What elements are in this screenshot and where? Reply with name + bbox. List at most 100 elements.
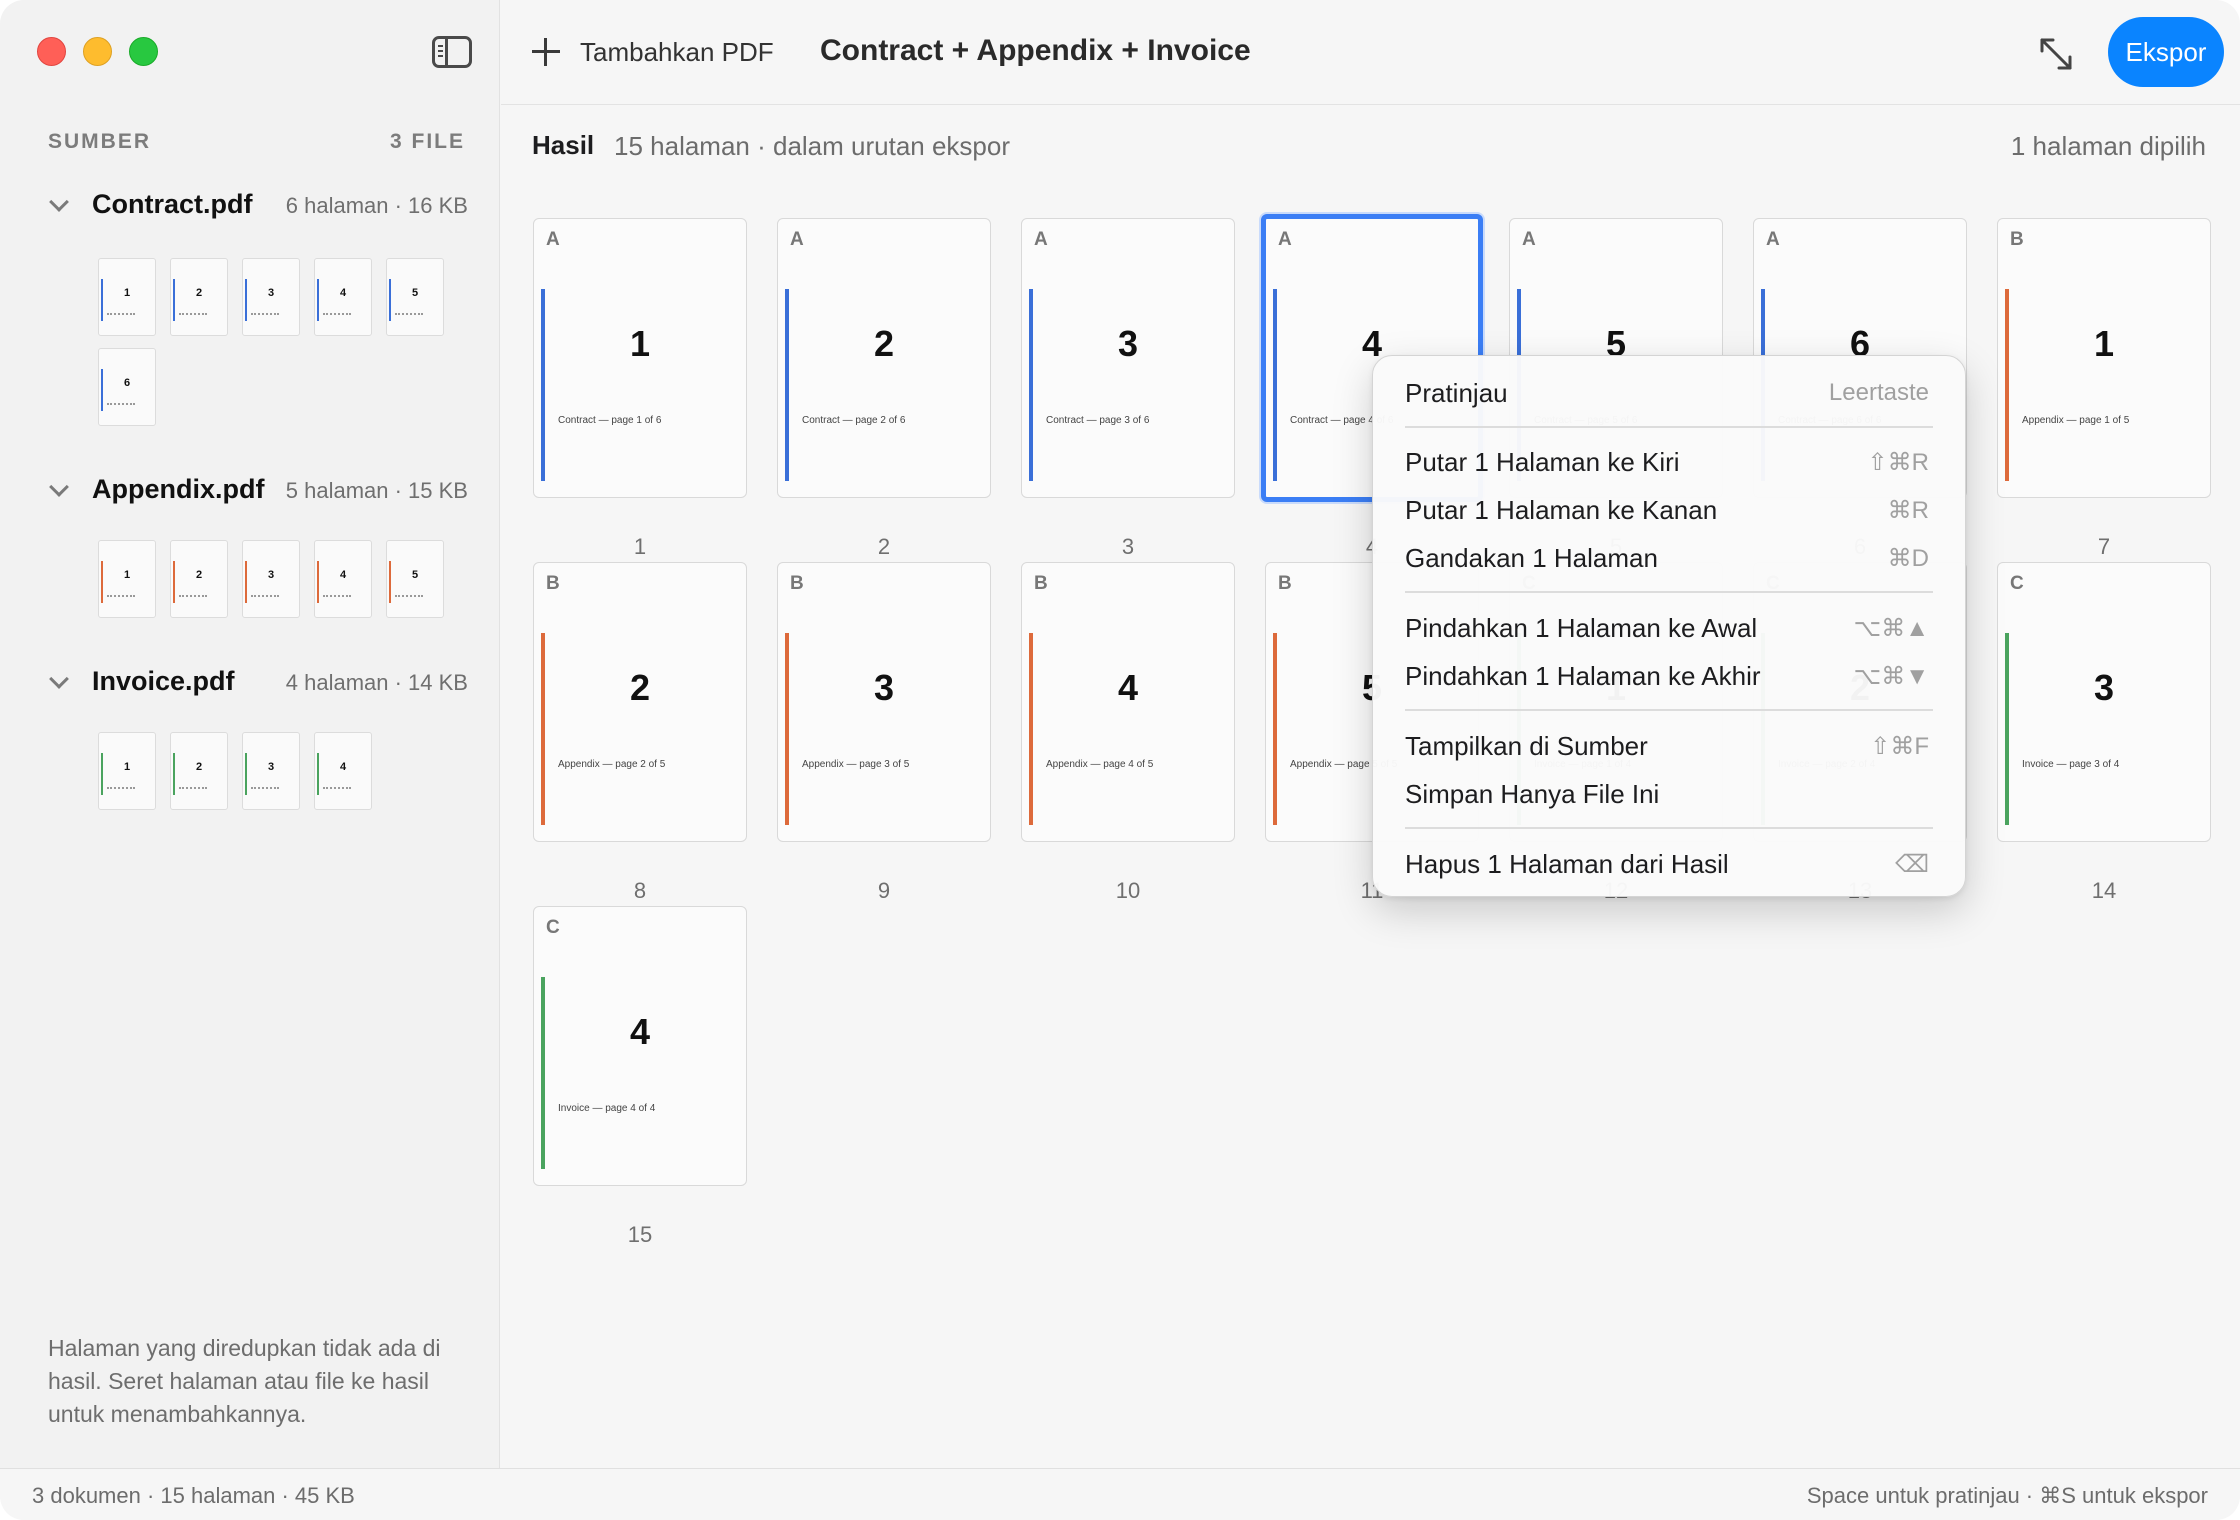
source-page-number: 2 [195, 569, 203, 581]
source-page-thumbnail[interactable]: 3 [242, 540, 300, 618]
result-page-index: 15 [627, 1222, 653, 1247]
close-window-button[interactable] [37, 37, 66, 66]
zoom-window-button[interactable] [129, 37, 158, 66]
file-color-stripe [173, 753, 175, 795]
source-tag: B [1278, 573, 1292, 594]
thumbnail-text-line [107, 403, 135, 405]
menu-item-keep-file-only[interactable]: Simpan Hanya File Ini [1405, 775, 1929, 815]
menu-item-move-last[interactable]: Pindahkan 1 Halaman ke Akhir ⌥⌘▼ [1405, 657, 1929, 697]
result-page-card[interactable]: B 2 Appendix — page 2 of 5 [533, 562, 747, 842]
source-page-thumbnail[interactable]: 2 [170, 540, 228, 618]
chevron-down-icon[interactable] [49, 669, 69, 689]
menu-item-rotate-left[interactable]: Putar 1 Halaman ke Kiri ⇧⌘R [1405, 443, 1929, 483]
file-color-stripe [541, 289, 545, 481]
source-page-thumbnail[interactable]: 4 [314, 732, 372, 810]
menu-item-remove[interactable]: Hapus 1 Halaman dari Hasil ⌫ [1405, 845, 1929, 885]
document-title: Contract + Appendix + Invoice [820, 34, 1251, 67]
status-shortcuts-hint: Space untuk pratinjau · ⌘S untuk ekspor [1806, 1483, 2208, 1508]
file-color-stripe [389, 279, 391, 321]
file-group-appendix[interactable]: Appendix.pdf 5 halaman · 15 KB [48, 470, 468, 510]
result-subtitle: 15 halaman · dalam urutan ekspor [614, 131, 1011, 161]
sources-count: 3 FILE [389, 130, 465, 153]
source-page-thumbnail[interactable]: 1 [98, 732, 156, 810]
file-color-stripe [101, 279, 103, 321]
file-group-invoice[interactable]: Invoice.pdf 4 halaman · 14 KB [48, 662, 468, 702]
menu-item-label: Tampilkan di Sumber [1405, 731, 1648, 761]
sidebar-toggle-icon[interactable] [432, 36, 472, 68]
source-tag: C [546, 917, 560, 938]
source-page-number: 4 [339, 287, 347, 299]
file-color-stripe [389, 561, 391, 603]
source-page-thumbnail[interactable]: 5 [386, 540, 444, 618]
menu-item-shortcut: ⌘R [1887, 497, 1929, 524]
page-caption: Appendix — page 4 of 5 [1046, 759, 1154, 770]
export-button[interactable]: Ekspor [2108, 17, 2224, 87]
source-page-number: 3 [267, 287, 275, 299]
result-page-card[interactable]: C 3 Invoice — page 3 of 4 [1997, 562, 2211, 842]
menu-item-preview[interactable]: Pratinjau Leertaste [1405, 374, 1929, 414]
page-big-number: 2 [629, 667, 651, 708]
source-page-thumbnail[interactable]: 1 [98, 258, 156, 336]
source-page-thumbnail[interactable]: 4 [314, 258, 372, 336]
minimize-window-button[interactable] [83, 37, 112, 66]
menu-item-label: Pindahkan 1 Halaman ke Akhir [1405, 661, 1761, 691]
source-page-number: 6 [123, 377, 131, 389]
source-page-thumbnail[interactable]: 3 [242, 732, 300, 810]
source-page-thumbnail[interactable]: 2 [170, 258, 228, 336]
file-color-stripe [785, 633, 789, 825]
result-page-card[interactable]: B 4 Appendix — page 4 of 5 [1021, 562, 1235, 842]
selection-count: 1 halaman dipilih [2010, 131, 2206, 161]
sidebar: SUMBER 3 FILE Contract.pdf 6 halaman · 1… [0, 0, 500, 1468]
menu-item-label: Hapus 1 Halaman dari Hasil [1405, 849, 1729, 879]
file-meta: 4 halaman · 14 KB [285, 670, 468, 695]
menu-item-show-in-source[interactable]: Tampilkan di Sumber ⇧⌘F [1405, 727, 1929, 767]
source-page-thumbnail[interactable]: 5 [386, 258, 444, 336]
menu-item-rotate-right[interactable]: Putar 1 Halaman ke Kanan ⌘R [1405, 491, 1929, 531]
source-page-number: 1 [123, 287, 131, 299]
file-color-stripe [173, 279, 175, 321]
source-page-number: 2 [195, 761, 203, 773]
menu-item-label: Simpan Hanya File Ini [1405, 779, 1660, 809]
source-page-thumbnail[interactable]: 2 [170, 732, 228, 810]
menu-item-label: Pratinjau [1405, 378, 1508, 408]
delete-backward-icon: ⌫ [1895, 851, 1929, 878]
source-page-thumbnail[interactable]: 3 [242, 258, 300, 336]
chevron-down-icon[interactable] [49, 192, 69, 212]
result-page-card[interactable]: B 3 Appendix — page 3 of 5 [777, 562, 991, 842]
expand-arrows-icon[interactable] [2036, 34, 2076, 74]
source-page-thumbnail[interactable]: 4 [314, 540, 372, 618]
result-page-card[interactable]: A 2 Contract — page 2 of 6 [777, 218, 991, 498]
add-pdf-label: Tambahkan PDF [580, 36, 774, 67]
status-summary: 3 dokumen · 15 halaman · 45 KB [32, 1483, 355, 1508]
toolbar-divider [501, 104, 2240, 105]
file-color-stripe [101, 753, 103, 795]
file-color-stripe [245, 561, 247, 603]
result-page-index: 10 [1115, 878, 1141, 903]
menu-separator [1405, 591, 1933, 593]
source-tag: A [790, 229, 804, 250]
source-page-number: 3 [267, 761, 275, 773]
result-page-card[interactable]: A 3 Contract — page 3 of 6 [1021, 218, 1235, 498]
source-page-number: 1 [123, 569, 131, 581]
file-name: Contract.pdf [92, 189, 253, 219]
chevron-down-icon[interactable] [49, 477, 69, 497]
result-page-card[interactable]: B 1 Appendix — page 1 of 5 [1997, 218, 2211, 498]
file-group-contract[interactable]: Contract.pdf 6 halaman · 16 KB [48, 185, 468, 225]
menu-item-move-first[interactable]: Pindahkan 1 Halaman ke Awal ⌥⌘▲ [1405, 609, 1929, 649]
source-page-number: 4 [339, 569, 347, 581]
source-page-thumbnail[interactable]: 1 [98, 540, 156, 618]
plus-icon [532, 38, 560, 66]
result-page-card[interactable]: C 4 Invoice — page 4 of 4 [533, 906, 747, 1186]
page-big-number: 3 [1117, 323, 1139, 364]
menu-item-duplicate[interactable]: Gandakan 1 Halaman ⌘D [1405, 539, 1929, 579]
thumbnail-text-line [179, 787, 207, 789]
add-pdf-button[interactable]: Tambahkan PDF [532, 30, 774, 74]
menu-item-shortcut: ⇧⌘F [1870, 733, 1929, 760]
menu-item-shortcut: ⌥⌘▼ [1853, 663, 1929, 690]
page-big-number: 1 [629, 323, 651, 364]
file-color-stripe [1029, 633, 1033, 825]
source-tag: A [546, 229, 560, 250]
result-page-card[interactable]: A 1 Contract — page 1 of 6 [533, 218, 747, 498]
page-big-number: 4 [1117, 667, 1139, 708]
source-page-thumbnail[interactable]: 6 [98, 348, 156, 426]
